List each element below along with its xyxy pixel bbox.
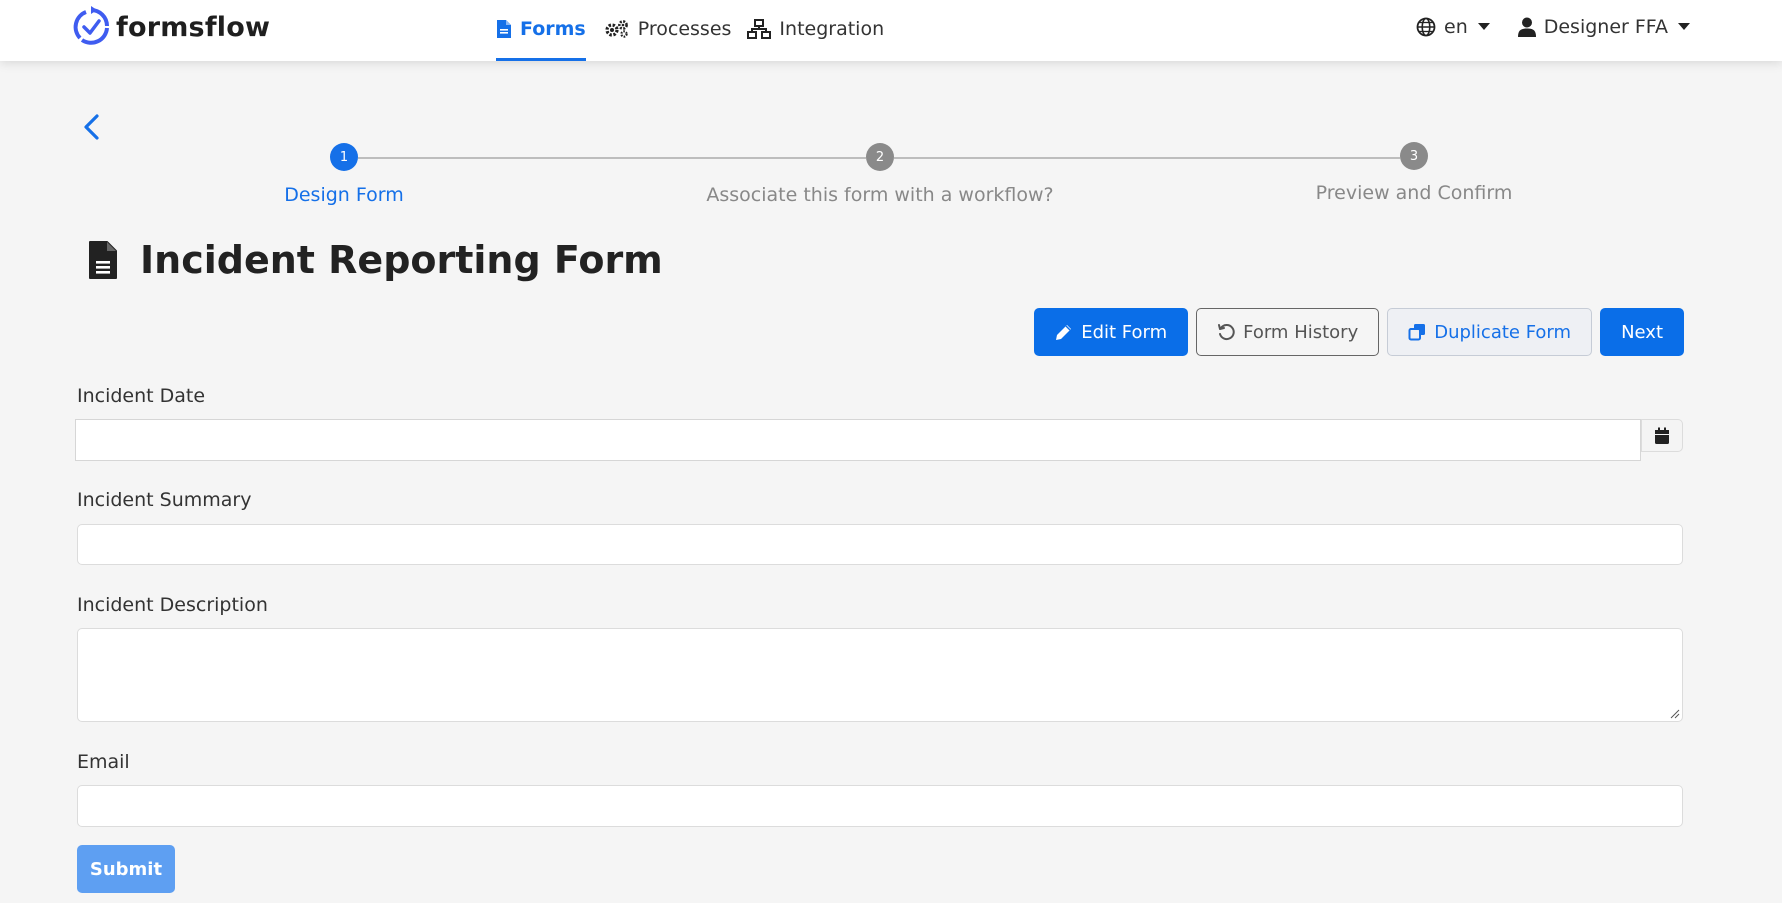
main-nav: Forms Processes Integration	[496, 0, 900, 61]
next-button[interactable]: Next	[1600, 308, 1684, 356]
step-1-number: 1	[339, 149, 349, 165]
user-dropdown[interactable]: Designer FFA	[1517, 15, 1690, 38]
step-3-marker: 3	[1400, 142, 1428, 170]
stepper-connector	[894, 157, 1400, 159]
form-history-label: Form History	[1243, 321, 1359, 343]
incident-summary-input[interactable]	[77, 524, 1683, 565]
incident-date-label: Incident Date	[77, 385, 206, 407]
edit-form-label: Edit Form	[1081, 321, 1168, 343]
next-label: Next	[1621, 321, 1663, 343]
formsflow-logo-icon	[73, 6, 109, 45]
file-text-icon	[89, 241, 117, 279]
step-1-label: Design Form	[284, 184, 404, 206]
header-right: en Designer FFA	[1416, 0, 1690, 53]
duplicate-form-button[interactable]: Duplicate Form	[1387, 308, 1593, 356]
file-text-icon	[497, 20, 511, 38]
incident-description-textarea[interactable]	[77, 628, 1683, 722]
user-icon	[1517, 17, 1536, 37]
duplicate-form-label: Duplicate Form	[1434, 321, 1572, 343]
user-name: Designer FFA	[1543, 15, 1668, 38]
sitemap-icon	[747, 18, 772, 39]
email-field[interactable]	[77, 785, 1683, 827]
incident-date-input[interactable]	[75, 419, 1641, 461]
step-1-marker: 1	[330, 143, 358, 171]
step-2-number: 2	[875, 149, 885, 165]
submit-button[interactable]: Submit	[77, 845, 175, 893]
nav-integration[interactable]: Integration	[747, 0, 892, 61]
resize-handle-icon[interactable]	[1670, 709, 1680, 719]
nav-forms-label: Forms	[520, 18, 586, 40]
copy-icon	[1408, 324, 1426, 341]
top-navbar: formsflow Forms Processes Integration en…	[0, 0, 1782, 61]
brand-name: formsflow	[116, 11, 271, 43]
calendar-icon	[1655, 427, 1669, 444]
page-header: Incident Reporting Form	[88, 238, 663, 282]
chevron-down-icon	[1678, 23, 1690, 30]
step-3-label: Preview and Confirm	[1315, 182, 1513, 204]
language-dropdown[interactable]: en	[1416, 16, 1490, 38]
back-arrow-icon[interactable]	[80, 112, 104, 142]
incident-summary-label: Incident Summary	[77, 489, 252, 511]
nav-forms[interactable]: Forms	[496, 0, 586, 61]
gears-icon	[605, 19, 628, 38]
step-2-label: Associate this form with a workflow?	[706, 184, 1054, 206]
step-2-marker: 2	[866, 143, 894, 171]
form-actions: Edit Form Form History Duplicate Form Ne…	[1034, 308, 1684, 356]
nav-processes-label: Processes	[637, 17, 732, 40]
form-history-button[interactable]: Form History	[1196, 308, 1380, 356]
step-3-number: 3	[1409, 148, 1419, 164]
brand[interactable]: formsflow	[72, 6, 270, 48]
nav-processes[interactable]: Processes	[604, 0, 740, 61]
nav-integration-label: Integration	[779, 17, 885, 40]
stepper-connector	[358, 157, 866, 159]
progress-stepper: 1 2 3 Design Form Associate this form wi…	[0, 140, 1782, 210]
edit-form-button[interactable]: Edit Form	[1034, 308, 1189, 356]
email-label: Email	[77, 751, 130, 773]
page-title: Incident Reporting Form	[140, 238, 663, 282]
globe-icon	[1416, 17, 1436, 36]
chevron-down-icon	[1477, 23, 1490, 30]
incident-description-label: Incident Description	[77, 594, 268, 616]
history-icon	[1218, 324, 1235, 341]
calendar-button[interactable]	[1641, 419, 1683, 452]
pencil-icon	[1056, 325, 1072, 340]
language-label: en	[1444, 15, 1468, 38]
